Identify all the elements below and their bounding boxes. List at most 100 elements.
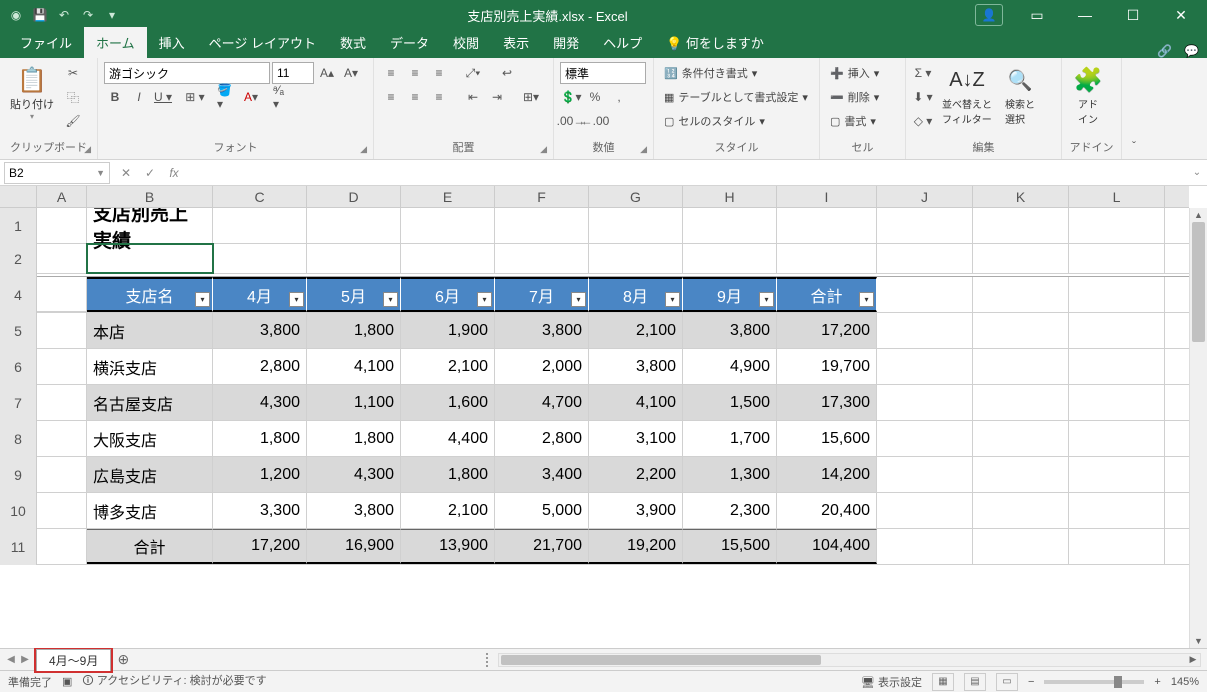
cell[interactable] <box>973 208 1069 243</box>
col-header[interactable]: C <box>213 186 307 207</box>
total-cell[interactable]: 21,700 <box>495 529 589 564</box>
save-icon[interactable]: 💾 <box>32 7 48 23</box>
cell[interactable] <box>973 349 1069 384</box>
data-cell[interactable]: 4,400 <box>401 421 495 456</box>
tab-page-layout[interactable]: ページ レイアウト <box>197 27 328 58</box>
data-cell[interactable]: 17,200 <box>777 313 877 348</box>
increase-font-button[interactable]: A▴ <box>316 62 338 84</box>
format-as-table-button[interactable]: ▦テーブルとして書式設定 ▾ <box>660 86 812 108</box>
col-header[interactable]: J <box>877 186 973 207</box>
data-cell[interactable]: 3,400 <box>495 457 589 492</box>
cell[interactable] <box>1069 529 1165 564</box>
align-right-button[interactable]: ≡ <box>428 86 450 108</box>
align-left-button[interactable]: ≡ <box>380 86 402 108</box>
conditional-formatting-button[interactable]: 🔢条件付き書式 ▾ <box>660 62 761 84</box>
data-cell[interactable]: 1,700 <box>683 421 777 456</box>
tab-view[interactable]: 表示 <box>491 27 541 58</box>
addin-button[interactable]: 🧩 アド イン <box>1068 62 1108 128</box>
fill-color-button[interactable]: 🪣▾ <box>216 86 238 108</box>
data-cell[interactable]: 3,800 <box>495 313 589 348</box>
align-top-button[interactable]: ≡ <box>380 62 402 84</box>
horizontal-scrollbar[interactable]: ◀ ▶ <box>498 653 1201 667</box>
cell[interactable] <box>877 457 973 492</box>
cell-styles-button[interactable]: ▢セルのスタイル ▾ <box>660 110 769 132</box>
expand-formula-bar-button[interactable]: ⌄ <box>1187 167 1207 178</box>
data-cell[interactable]: 3,800 <box>589 349 683 384</box>
align-bottom-button[interactable]: ≡ <box>428 62 450 84</box>
cell[interactable] <box>1069 493 1165 528</box>
cell[interactable] <box>1069 313 1165 348</box>
cell[interactable] <box>973 529 1069 564</box>
col-header[interactable]: G <box>589 186 683 207</box>
tab-data[interactable]: データ <box>378 27 441 58</box>
ribbon-display-icon[interactable]: ▭ <box>1015 0 1059 30</box>
format-painter-button[interactable]: 🖌 <box>62 110 84 132</box>
table-header-cell[interactable]: 合計▾ <box>777 277 877 312</box>
insert-cells-button[interactable]: ➕挿入 ▾ <box>826 62 883 84</box>
decrease-indent-button[interactable]: ⇤ <box>462 86 484 108</box>
zoom-slider[interactable] <box>1044 680 1144 684</box>
row-header[interactable]: 6 <box>0 349 37 385</box>
comma-button[interactable]: , <box>608 86 630 108</box>
cell[interactable] <box>877 208 973 243</box>
wrap-text-button[interactable]: ↩ <box>496 62 518 84</box>
tell-me[interactable]: 💡 何をしますか <box>654 27 776 58</box>
cell[interactable] <box>589 244 683 273</box>
cell[interactable] <box>1069 349 1165 384</box>
table-header-cell[interactable]: 4月▾ <box>213 277 307 312</box>
filter-button[interactable]: ▾ <box>195 292 210 307</box>
name-box[interactable]: B2 ▼ <box>4 162 110 184</box>
cell[interactable] <box>1069 385 1165 420</box>
branch-name-cell[interactable]: 広島支店 <box>87 457 213 492</box>
cell[interactable] <box>37 421 87 456</box>
scroll-right-icon[interactable]: ▶ <box>1186 654 1200 666</box>
align-middle-button[interactable]: ≡ <box>404 62 426 84</box>
data-cell[interactable]: 3,100 <box>589 421 683 456</box>
normal-view-button[interactable]: ▦ <box>932 673 954 691</box>
formula-input[interactable] <box>186 162 1187 184</box>
table-header-cell[interactable]: 7月▾ <box>495 277 589 312</box>
paste-button[interactable]: 📋 貼り付け ▾ <box>6 62 58 123</box>
cell[interactable] <box>37 313 87 348</box>
data-cell[interactable]: 3,800 <box>213 313 307 348</box>
table-header-cell[interactable]: 5月▾ <box>307 277 401 312</box>
increase-indent-button[interactable]: ⇥ <box>486 86 508 108</box>
row-header[interactable]: 8 <box>0 421 37 457</box>
table-header-cell[interactable]: 8月▾ <box>589 277 683 312</box>
active-cell[interactable] <box>87 244 213 273</box>
cell[interactable] <box>401 208 495 243</box>
total-cell[interactable]: 19,200 <box>589 529 683 564</box>
phonetic-button[interactable]: ᵃ⁄ₐ ▾ <box>272 86 294 108</box>
cell[interactable] <box>973 457 1069 492</box>
cell[interactable] <box>307 208 401 243</box>
cell[interactable] <box>877 529 973 564</box>
cell[interactable] <box>1069 244 1165 273</box>
zoom-knob[interactable] <box>1114 676 1122 688</box>
tab-file[interactable]: ファイル <box>8 27 84 58</box>
data-cell[interactable]: 2,100 <box>401 349 495 384</box>
cell[interactable] <box>589 208 683 243</box>
cell[interactable] <box>973 493 1069 528</box>
sheet-nav[interactable]: ◀▶ <box>0 654 36 665</box>
cell[interactable] <box>877 349 973 384</box>
orientation-button[interactable]: ⤢▾ <box>462 62 484 84</box>
scroll-thumb[interactable] <box>501 655 821 665</box>
data-cell[interactable]: 1,100 <box>307 385 401 420</box>
autosave-icon[interactable]: ◉ <box>8 7 24 23</box>
page-layout-view-button[interactable]: ▤ <box>964 673 986 691</box>
format-cells-button[interactable]: ▢書式 ▾ <box>826 110 880 132</box>
cell[interactable] <box>877 385 973 420</box>
data-cell[interactable]: 1,600 <box>401 385 495 420</box>
font-size-select[interactable] <box>272 62 314 84</box>
data-cell[interactable]: 4,100 <box>307 349 401 384</box>
bold-button[interactable]: B <box>104 86 126 108</box>
launcher-icon[interactable]: ◢ <box>84 144 91 155</box>
cell[interactable] <box>777 208 877 243</box>
table-header-cell[interactable]: 支店名▾ <box>87 277 213 312</box>
display-settings-button[interactable]: 🖥 表示設定 <box>861 674 922 690</box>
minimize-button[interactable]: — <box>1063 0 1107 30</box>
zoom-level[interactable]: 145% <box>1171 676 1199 688</box>
data-cell[interactable]: 1,200 <box>213 457 307 492</box>
cancel-formula-button[interactable]: ✕ <box>114 162 138 184</box>
select-all-corner[interactable] <box>0 186 37 207</box>
